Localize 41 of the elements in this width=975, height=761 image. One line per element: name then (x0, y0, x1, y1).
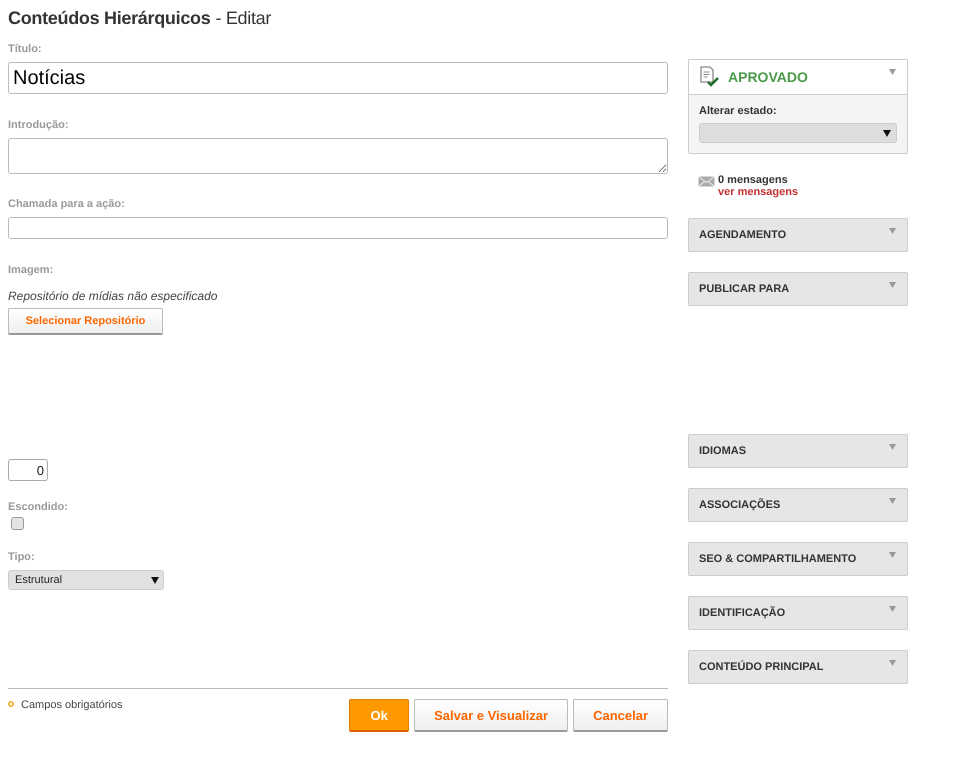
field-label: Introdução: (8, 119, 68, 132)
page-subtitle: - Editar (215, 8, 272, 30)
caret-icon (889, 228, 896, 234)
collapsed-panel[interactable]: SEO & COMPARTILHAMENTO (688, 542, 908, 576)
caret-icon (889, 498, 896, 504)
text-field[interactable] (8, 217, 668, 239)
status-label: APROVADO (728, 69, 808, 85)
checkbox[interactable] (11, 517, 24, 530)
collapsed-panel[interactable]: IDENTIFICAÇÃO (688, 596, 908, 630)
text-field[interactable]: Notícias (8, 62, 668, 94)
document-check-icon (699, 66, 721, 88)
caret-icon (889, 444, 896, 450)
field-label: Escondido: (8, 501, 68, 514)
collapsed-panel[interactable]: PUBLICAR PARA (688, 272, 908, 306)
caret-icon (889, 282, 896, 288)
view-messages-link[interactable]: ver mensagens (718, 186, 798, 198)
field-label: Tipo: (8, 551, 35, 564)
envelope-icon (698, 176, 715, 187)
number-field[interactable]: 0 (8, 459, 48, 481)
required-fields-note: Campos obrigatórios (21, 699, 122, 711)
collapsed-panel[interactable]: AGENDAMENTO (688, 218, 908, 252)
caret-icon (151, 576, 159, 584)
caret-icon (889, 660, 896, 666)
message-count: 0 mensagens (718, 174, 789, 186)
caret-icon (889, 552, 896, 558)
page-title: Conteúdos Hierárquicos (8, 8, 210, 30)
collapsed-panel[interactable]: IDIOMAS (688, 434, 908, 468)
caret-icon (889, 606, 896, 612)
field-label: Imagem: (8, 264, 54, 277)
required-marker-icon (8, 701, 14, 707)
text-area[interactable] (8, 138, 668, 174)
caret-icon (889, 69, 896, 75)
collapsed-panel[interactable]: ASSOCIAÇÕES (688, 488, 908, 522)
field-label: Alterar estado: (699, 105, 778, 117)
collapsed-panel[interactable]: CONTEÚDO PRINCIPAL (688, 650, 908, 684)
field-label: Título: (8, 43, 42, 56)
repository-note: Repositório de mídias não especificado (8, 289, 218, 303)
caret-icon (883, 129, 891, 137)
status-dropdown[interactable] (699, 123, 897, 143)
type-dropdown[interactable]: Estrutural (8, 570, 164, 590)
field-label: Chamada para a ação: (8, 198, 125, 211)
